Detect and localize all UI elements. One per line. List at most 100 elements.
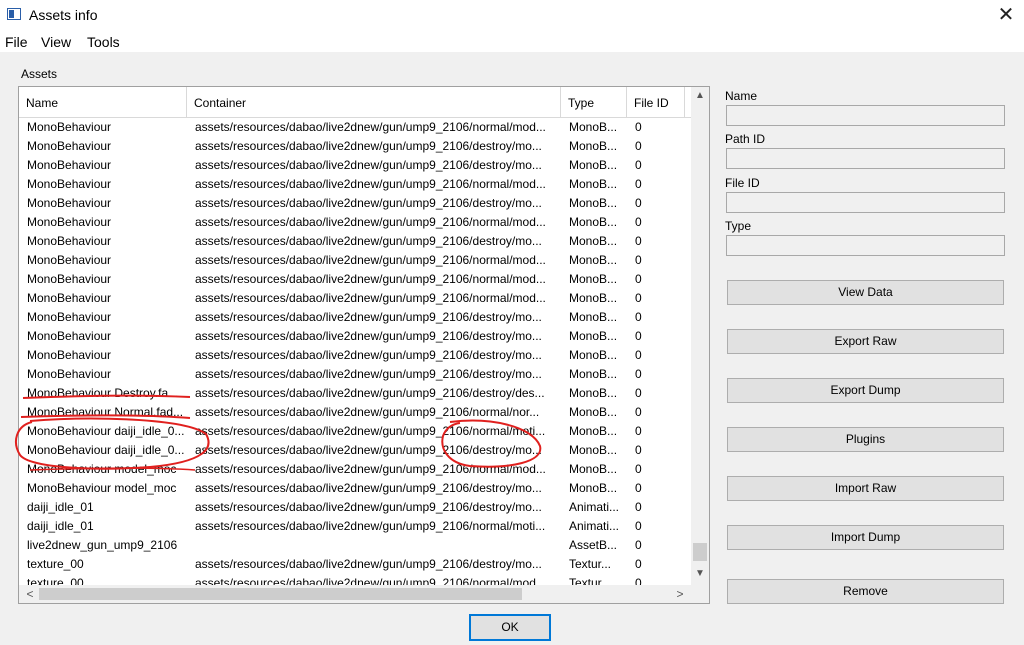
cell-container: assets/resources/dabao/live2dnew/gun/ump… — [195, 120, 546, 134]
cell-container: assets/resources/dabao/live2dnew/gun/ump… — [195, 386, 545, 400]
type-label: Type — [725, 219, 752, 233]
cell-name: MonoBehaviour — [27, 272, 112, 286]
vertical-scroll-thumb[interactable] — [693, 543, 707, 561]
cell-type: MonoB... — [569, 481, 618, 495]
table-row[interactable]: MonoBehaviour assets/resources/dabao/live… — [19, 137, 691, 156]
cell-name: MonoBehaviour daiji_idle_0... — [27, 443, 185, 457]
window-title: Assets info — [29, 7, 98, 23]
name-label: Name — [725, 89, 758, 103]
cell-name: MonoBehaviour — [27, 253, 112, 267]
cell-container: assets/resources/dabao/live2dnew/gun/ump… — [195, 424, 546, 438]
remove-button[interactable]: Remove — [727, 579, 1004, 604]
import-dump-button[interactable]: Import Dump — [727, 525, 1004, 550]
table-row[interactable]: daiji_idle_01 assets/resources/dabao/live… — [19, 517, 691, 536]
app-window-icon — [7, 8, 21, 20]
cell-container: assets/resources/dabao/live2dnew/gun/ump… — [195, 291, 546, 305]
table-row[interactable]: MonoBehaviour model_moc assets/resources/… — [19, 479, 691, 498]
table-row[interactable]: texture_00 assets/resources/dabao/live2dn… — [19, 555, 691, 574]
cell-type: MonoB... — [569, 272, 618, 286]
file-id-field[interactable] — [726, 192, 1005, 213]
cell-container: assets/resources/dabao/live2dnew/gun/ump… — [195, 177, 546, 191]
table-row[interactable]: MonoBehaviour assets/resources/dabao/live… — [19, 270, 691, 289]
import-raw-button[interactable]: Import Raw — [727, 476, 1004, 501]
table-row[interactable]: MonoBehaviour assets/resources/dabao/live… — [19, 118, 691, 137]
cell-container: assets/resources/dabao/live2dnew/gun/ump… — [195, 348, 542, 362]
cell-file-id: 0 — [635, 234, 642, 248]
export-raw-button[interactable]: Export Raw — [727, 329, 1004, 354]
table-row[interactable]: MonoBehaviour model_moc assets/resources/… — [19, 460, 691, 479]
assets-table: Name Container Type File ID MonoBehaviou… — [18, 86, 710, 604]
column-header-type[interactable]: Type — [561, 87, 627, 117]
cell-container: assets/resources/dabao/live2dnew/gun/ump… — [195, 500, 542, 514]
cell-file-id: 0 — [635, 158, 642, 172]
export-dump-button[interactable]: Export Dump — [727, 378, 1004, 403]
cell-file-id: 0 — [635, 348, 642, 362]
cell-type: AssetB... — [569, 538, 618, 552]
table-row[interactable]: MonoBehaviour daiji_idle_0... assets/reso… — [19, 441, 691, 460]
ok-button[interactable]: OK — [469, 614, 551, 641]
path-id-field[interactable] — [726, 148, 1005, 169]
table-row[interactable]: daiji_idle_01 assets/resources/dabao/live… — [19, 498, 691, 517]
scroll-left-icon[interactable]: < — [23, 585, 37, 603]
cell-container: assets/resources/dabao/live2dnew/gun/ump… — [195, 158, 542, 172]
column-header-file-id[interactable]: File ID — [627, 87, 685, 117]
horizontal-scrollbar[interactable]: < > — [19, 585, 709, 603]
table-row[interactable]: MonoBehaviour assets/resources/dabao/live… — [19, 232, 691, 251]
cell-name: MonoBehaviour — [27, 329, 112, 343]
cell-container: assets/resources/dabao/live2dnew/gun/ump… — [195, 481, 542, 495]
cell-container: assets/resources/dabao/live2dnew/gun/ump… — [195, 405, 540, 419]
plugins-button[interactable]: Plugins — [727, 427, 1004, 452]
cell-file-id: 0 — [635, 291, 642, 305]
file-id-label: File ID — [725, 176, 760, 190]
cell-type: MonoB... — [569, 234, 618, 248]
table-row[interactable]: MonoBehaviour assets/resources/dabao/live… — [19, 346, 691, 365]
title-bar: Assets info ✕ — [0, 0, 1024, 30]
table-row[interactable]: MonoBehaviour assets/resources/dabao/live… — [19, 365, 691, 384]
vertical-scrollbar[interactable]: ▲ ▼ — [691, 87, 709, 585]
cell-type: MonoB... — [569, 196, 618, 210]
table-row[interactable]: MonoBehaviour assets/resources/dabao/live… — [19, 175, 691, 194]
cell-name: MonoBehaviour — [27, 158, 112, 172]
view-data-button[interactable]: View Data — [727, 280, 1004, 305]
cell-name: MonoBehaviour — [27, 348, 112, 362]
cell-file-id: 0 — [635, 519, 642, 533]
close-icon[interactable]: ✕ — [995, 3, 1017, 27]
cell-container: assets/resources/dabao/live2dnew/gun/ump… — [195, 462, 546, 476]
scroll-up-icon[interactable]: ▲ — [691, 87, 709, 105]
cell-name: MonoBehaviour Normal.fad... — [27, 405, 184, 419]
column-header-container[interactable]: Container — [187, 87, 561, 117]
menu-file[interactable]: File — [5, 34, 28, 50]
table-row[interactable]: MonoBehaviour daiji_idle_0... assets/reso… — [19, 422, 691, 441]
menu-view[interactable]: View — [41, 34, 71, 50]
table-row[interactable]: MonoBehaviour assets/resources/dabao/live… — [19, 327, 691, 346]
cell-file-id: 0 — [635, 196, 642, 210]
name-field[interactable] — [726, 105, 1005, 126]
cell-type: Animati... — [569, 519, 620, 533]
table-row[interactable]: texture_00 assets/resources/dabao/live2dn… — [19, 574, 691, 585]
scroll-right-icon[interactable]: > — [673, 585, 687, 603]
table-row[interactable]: MonoBehaviour Destroy.fa... assets/resour… — [19, 384, 691, 403]
table-row[interactable]: MonoBehaviour Normal.fad... assets/resour… — [19, 403, 691, 422]
table-row[interactable]: MonoBehaviour assets/resources/dabao/live… — [19, 156, 691, 175]
column-header-name[interactable]: Name — [19, 87, 187, 117]
cell-container: assets/resources/dabao/live2dnew/gun/ump… — [195, 253, 546, 267]
cell-type: MonoB... — [569, 158, 618, 172]
scroll-down-icon[interactable]: ▼ — [691, 565, 709, 583]
table-row[interactable]: MonoBehaviour assets/resources/dabao/live… — [19, 308, 691, 327]
cell-type: MonoB... — [569, 139, 618, 153]
type-field[interactable] — [726, 235, 1005, 256]
table-row[interactable]: live2dnew_gun_ump9_2106 AssetB... 0 — [19, 536, 691, 555]
horizontal-scroll-thumb[interactable] — [39, 588, 522, 600]
cell-file-id: 0 — [635, 538, 642, 552]
cell-name: MonoBehaviour — [27, 215, 112, 229]
cell-name: MonoBehaviour — [27, 120, 112, 134]
table-row[interactable]: MonoBehaviour assets/resources/dabao/live… — [19, 289, 691, 308]
cell-container: assets/resources/dabao/live2dnew/gun/ump… — [195, 139, 542, 153]
menu-tools[interactable]: Tools — [87, 34, 120, 50]
table-row[interactable]: MonoBehaviour assets/resources/dabao/live… — [19, 251, 691, 270]
cell-name: MonoBehaviour Destroy.fa... — [27, 386, 179, 400]
cell-name: daiji_idle_01 — [27, 500, 94, 514]
cell-file-id: 0 — [635, 253, 642, 267]
table-row[interactable]: MonoBehaviour assets/resources/dabao/live… — [19, 194, 691, 213]
table-row[interactable]: MonoBehaviour assets/resources/dabao/live… — [19, 213, 691, 232]
